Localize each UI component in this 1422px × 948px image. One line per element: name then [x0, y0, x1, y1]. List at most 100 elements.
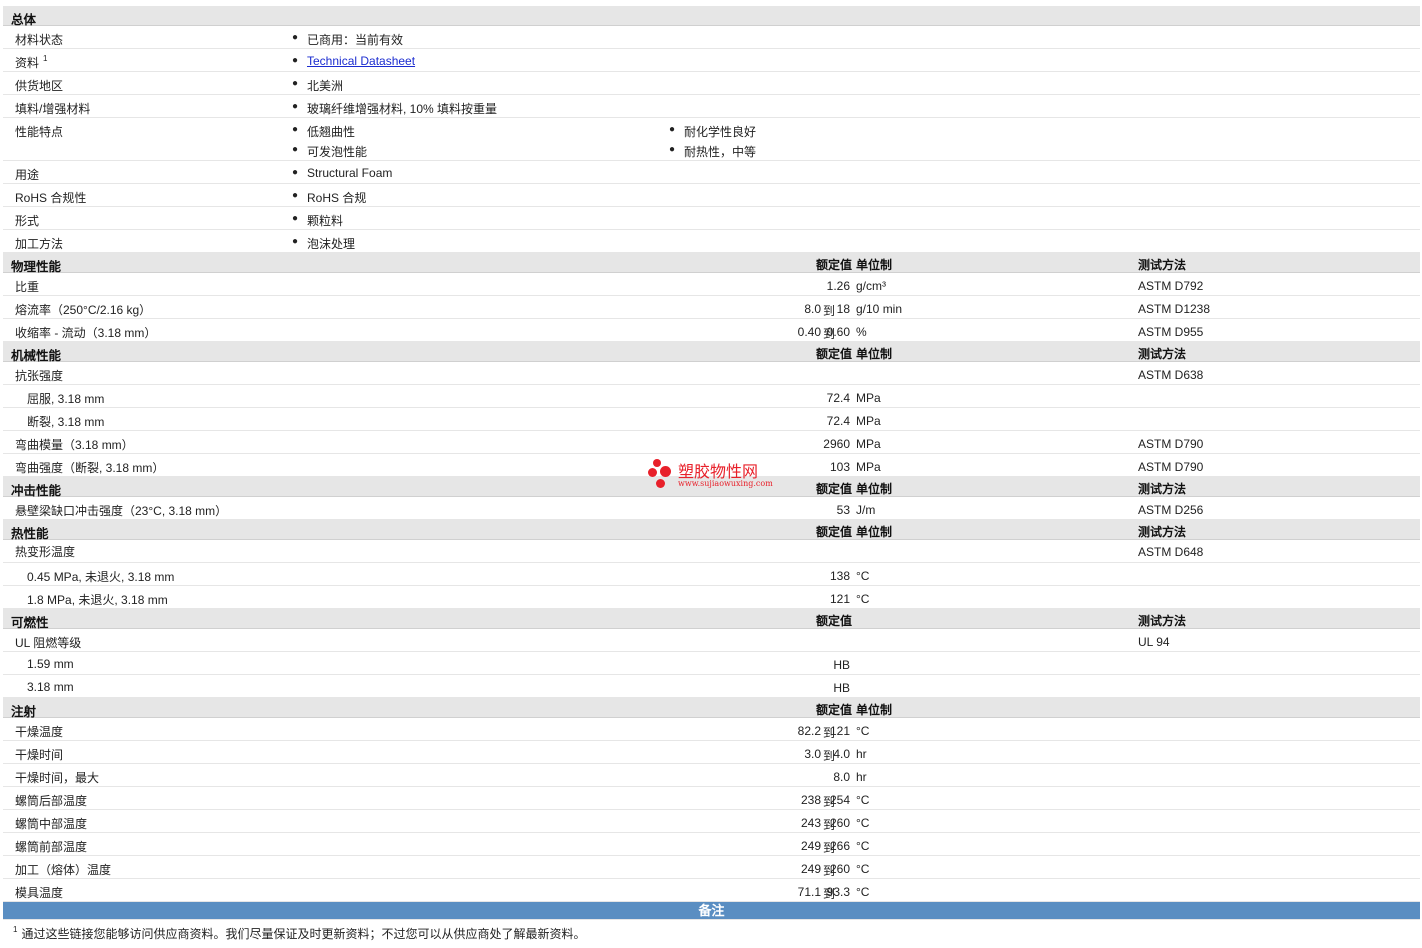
- unit: °C: [856, 793, 870, 807]
- table-row: 干燥温度 82.2 到 121 °C: [3, 718, 1420, 741]
- row-tensile-break: 断裂, 3.18 mm 72.4 MPa: [3, 408, 1420, 431]
- range-low: 238: [800, 793, 821, 807]
- unit: hr: [856, 770, 867, 784]
- property-label: 抗张强度: [15, 369, 64, 383]
- unit: °C: [856, 839, 870, 853]
- bullet-icon: ●: [292, 144, 299, 155]
- row-tensile-yield: 屈服, 3.18 mm 72.4 MPa: [3, 385, 1420, 408]
- test-method-header: 测试方法: [1138, 258, 1187, 272]
- nominal-value: 254: [829, 793, 850, 807]
- bullet-icon: ●: [292, 55, 299, 66]
- row-hdt-18: 1.8 MPa, 未退火, 3.18 mm 121 °C: [3, 586, 1420, 609]
- property-label: 悬壁梁缺口冲击强度（23°C, 3.18 mm）: [15, 504, 228, 518]
- table-row: 模具温度 71.1 到 93.3 °C: [3, 879, 1420, 902]
- bullet-icon: ●: [292, 236, 299, 247]
- test-method: ASTM D1238: [1138, 302, 1211, 316]
- property-label: 加工方法: [15, 237, 64, 251]
- unit-header: 单位制: [856, 482, 893, 496]
- bullet-icon: ●: [292, 101, 299, 112]
- row-tensile: 抗张强度 ASTM D638: [3, 362, 1420, 385]
- property-label: 屈服, 3.18 mm: [27, 392, 105, 406]
- section-injection: 注射 额定值 单位制: [3, 698, 1420, 719]
- watermark-logo: 塑胶物性网 www.sujiaowuxing.com: [648, 457, 788, 495]
- range-low: 249: [800, 839, 821, 853]
- row-form: 形式 ● 颗粒料: [3, 207, 1420, 230]
- nominal-value: 18: [836, 302, 850, 316]
- property-label: 性能特点: [15, 125, 64, 139]
- physical-rows: 比重 1.26 g/cm³ ASTM D792 熔流率（250°C/2.16 kg） 8.…: [3, 273, 1420, 342]
- unit-header: 单位制: [856, 258, 893, 272]
- property-label: 螺筒中部温度: [15, 817, 88, 831]
- table-row: 熔流率（250°C/2.16 kg） 8.0 到 18 g/10 min ASTM D12…: [3, 296, 1420, 319]
- unit: g/cm³: [856, 279, 886, 293]
- unit: g/10 min: [856, 302, 903, 316]
- unit: MPa: [856, 437, 881, 451]
- nominal-value: 72.4: [826, 391, 850, 405]
- section-general: 总体: [3, 6, 1420, 27]
- nominal-value: 8.0: [833, 770, 850, 784]
- bullet-icon: ●: [292, 78, 299, 89]
- injection-rows: 干燥温度 82.2 到 121 °C 干燥时间 3.0 到 4.0 hr 干燥时间，最大 8.0 hr 螺…: [3, 718, 1420, 902]
- unit: °C: [856, 885, 870, 899]
- unit: MPa: [856, 460, 881, 474]
- range-low: 82.2: [797, 724, 821, 738]
- nominal-value: HB: [833, 681, 850, 695]
- property-label: 干燥时间，最大: [15, 771, 100, 785]
- logo-dot: [648, 468, 657, 477]
- unit-header: 单位制: [856, 703, 893, 717]
- technical-datasheet-link[interactable]: Technical Datasheet: [307, 54, 415, 68]
- range-low: 0.40: [797, 325, 821, 339]
- feature-item: 可发泡性能: [307, 145, 368, 159]
- property-label: 3.18 mm: [27, 680, 74, 694]
- nominal-value: 72.4: [826, 414, 850, 428]
- property-label: 形式: [15, 214, 40, 228]
- bullet-icon: ●: [292, 167, 299, 178]
- bullet-icon: ●: [292, 190, 299, 201]
- test-method: ASTM D792: [1138, 279, 1204, 293]
- property-label: 资料 1: [15, 54, 48, 70]
- notes-header: 备注: [3, 902, 1420, 920]
- test-method-header: 测试方法: [1138, 525, 1187, 539]
- nominal-value: 2960: [823, 437, 850, 451]
- table-row: 螺筒后部温度 238 到 254 °C: [3, 787, 1420, 810]
- property-label: 加工（熔体）温度: [15, 863, 112, 877]
- test-method-header: 测试方法: [1138, 614, 1187, 628]
- property-label: 0.45 MPa, 未退火, 3.18 mm: [27, 570, 175, 584]
- nominal-value: 93.3: [826, 885, 850, 899]
- unit: °C: [856, 862, 870, 876]
- property-label: 模具温度: [15, 886, 64, 900]
- nominal-header: 额定值: [815, 347, 852, 361]
- test-method: ASTM D790: [1138, 460, 1204, 474]
- row-processing: 加工方法 ● 泡沫处理: [3, 230, 1420, 253]
- property-label: RoHS 合规性: [15, 191, 87, 205]
- bullet-icon: ●: [669, 144, 676, 155]
- property-label: 干燥时间: [15, 748, 64, 762]
- row-filler: 填料/增强材料 ● 玻璃纤维增强材料, 10% 填料按重量: [3, 95, 1420, 118]
- property-label: 填料/增强材料: [15, 102, 91, 116]
- property-value: 玻璃纤维增强材料, 10% 填料按重量: [307, 102, 498, 116]
- property-label: 1.8 MPa, 未退火, 3.18 mm: [27, 593, 168, 607]
- range-low: 3.0: [804, 747, 821, 761]
- nominal-header: 额定值: [815, 258, 852, 272]
- row-hdt: 热变形温度 ASTM D648: [3, 540, 1420, 563]
- unit: %: [856, 325, 867, 339]
- range-low: 8.0: [804, 302, 821, 316]
- property-value: Structural Foam: [307, 166, 393, 180]
- property-value: 北美洲: [307, 79, 344, 93]
- row-literature: 资料 1 ● Technical Datasheet: [3, 49, 1420, 72]
- unit: J/m: [856, 503, 876, 517]
- unit: MPa: [856, 414, 881, 428]
- nominal-value: 260: [829, 816, 850, 830]
- range-low: 71.1: [797, 885, 821, 899]
- property-label: UL 阻燃等级: [15, 636, 82, 650]
- unit: °C: [856, 569, 870, 583]
- unit-header: 单位制: [856, 525, 893, 539]
- logo-dot: [660, 466, 671, 477]
- property-label: 用途: [15, 168, 40, 182]
- unit: MPa: [856, 391, 881, 405]
- property-label: 弯曲模量（3.18 mm）: [15, 438, 134, 452]
- nominal-value: HB: [833, 658, 850, 672]
- property-value: 泡沫处理: [307, 237, 356, 251]
- section-thermal: 热性能 额定值 单位制 测试方法: [3, 520, 1420, 541]
- row-availability: 供货地区 ● 北美洲: [3, 72, 1420, 95]
